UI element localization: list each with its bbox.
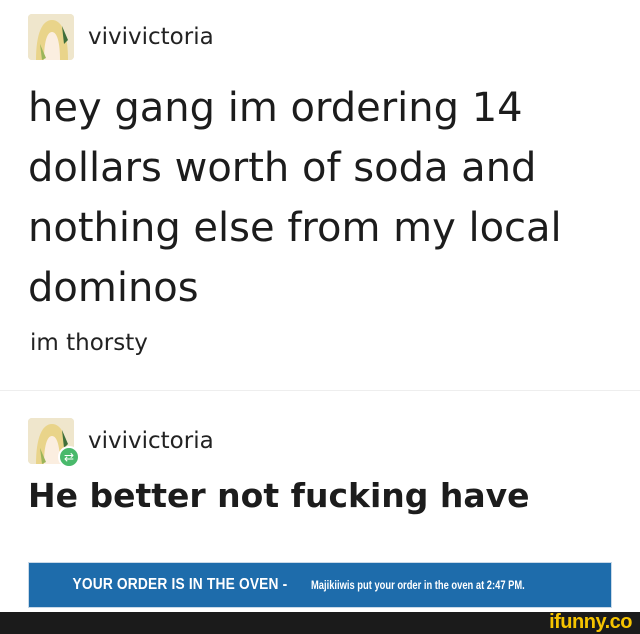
footer-bar: ifunny.co: [0, 611, 640, 634]
order-status-banner: YOUR ORDER IS IN THE OVEN - Majikiiwis p…: [28, 562, 612, 608]
banner-sub-text: Majikiiwis put your order in the oven at…: [310, 578, 525, 592]
ifunny-watermark[interactable]: ifunny.co: [549, 611, 632, 634]
post-header: ⇄ vivivictoria: [28, 418, 214, 468]
banner-main-text: YOUR ORDER IS IN THE OVEN -: [72, 576, 288, 593]
post-original: vivivictoria hey gang im ordering 14 dol…: [0, 0, 640, 390]
anime-avatar-icon: [28, 14, 74, 60]
username[interactable]: vivivictoria: [88, 428, 214, 454]
post-subtext: im thorsty: [30, 330, 148, 356]
avatar-wrap: ⇄: [28, 418, 80, 468]
reply-text: He better not fucking have: [28, 476, 530, 515]
post-headline: hey gang im ordering 14 dollars worth of…: [28, 85, 562, 311]
post-header: vivivictoria: [28, 14, 214, 60]
username[interactable]: vivivictoria: [88, 24, 214, 50]
avatar[interactable]: [28, 14, 74, 60]
reblog-icon: ⇄: [58, 446, 80, 468]
